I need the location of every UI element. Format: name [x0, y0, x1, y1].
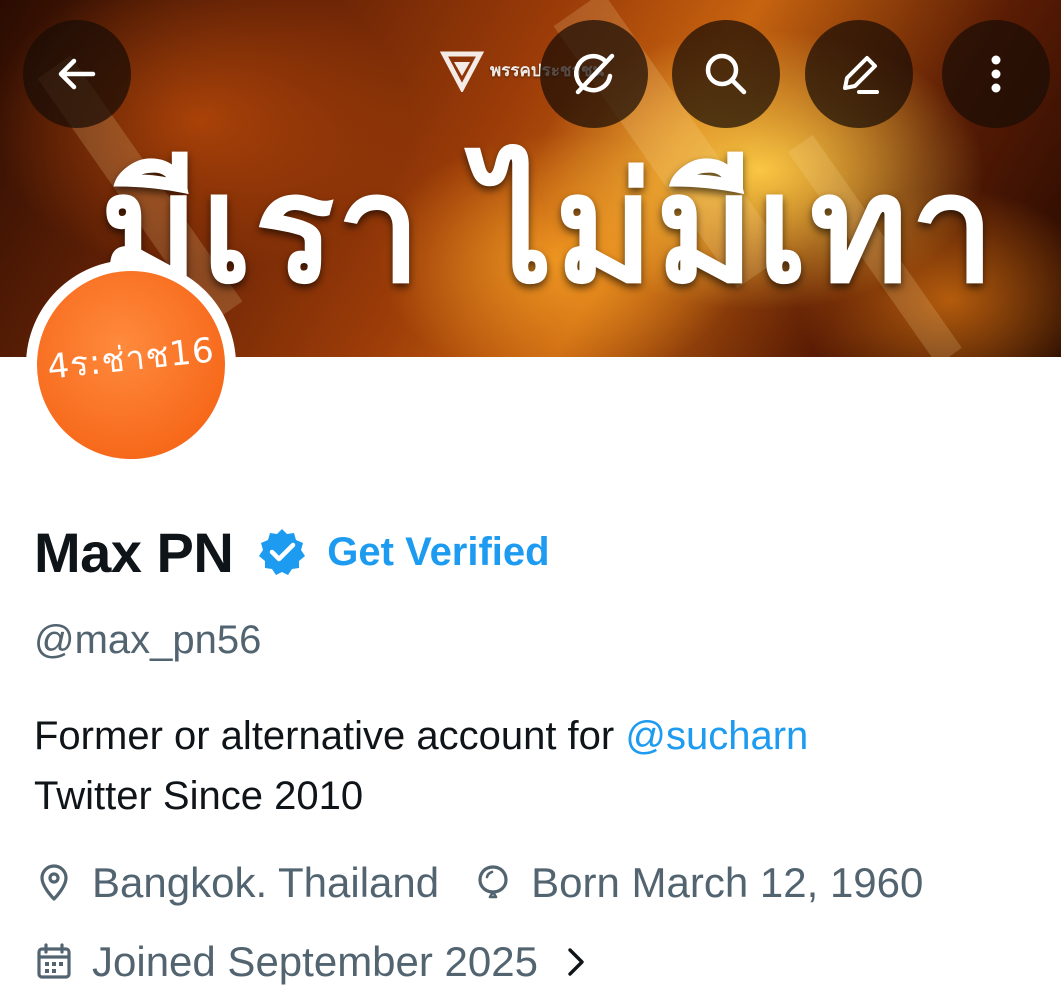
verified-badge-icon[interactable]: [257, 527, 307, 577]
avatar-image: 4ร:ช่าช16: [37, 271, 225, 459]
back-button[interactable]: [23, 20, 131, 128]
name-row: Max PN Get Verified: [34, 512, 550, 592]
bio-mention-link[interactable]: @sucharn: [625, 714, 808, 758]
get-verified-link[interactable]: Get Verified: [327, 530, 549, 575]
edit-icon: [843, 56, 879, 94]
more-vertical-icon: [991, 55, 1001, 93]
party-logo-icon: [440, 51, 484, 92]
balloon-icon: [478, 865, 508, 899]
search-button[interactable]: [672, 20, 780, 128]
chevron-right-icon[interactable]: [558, 944, 594, 980]
grok-icon: [574, 53, 615, 95]
location-text: Bangkok. Thailand: [92, 859, 440, 906]
profile-bio: Former or alternative account for @sucha…: [34, 706, 1034, 826]
more-button[interactable]: [942, 20, 1050, 128]
profile-meta-row: Bangkok. Thailand Born March 12, 1960: [34, 853, 923, 913]
calendar-icon: [37, 943, 71, 979]
location-icon: [40, 864, 68, 901]
grok-button[interactable]: [540, 20, 648, 128]
joined-text: Joined September 2025: [92, 938, 538, 985]
profile-handle: @max_pn56: [34, 618, 262, 662]
search-icon: [705, 53, 747, 95]
bio-text: Former or alternative account for: [34, 714, 626, 758]
banner-title: มีเรา ไม่มีเทา: [100, 143, 997, 317]
avatar-text: 4ร:ช่าช16: [45, 330, 217, 388]
joined-row[interactable]: Joined September 2025: [34, 932, 594, 992]
bio-text-line2: Twitter Since 2010: [34, 774, 364, 818]
avatar[interactable]: 4ร:ช่าช16: [26, 260, 236, 470]
back-arrow-icon: [58, 58, 96, 90]
edit-button[interactable]: [805, 20, 913, 128]
display-name: Max PN: [34, 520, 234, 584]
birthday-text: Born March 12, 1960: [531, 859, 924, 906]
